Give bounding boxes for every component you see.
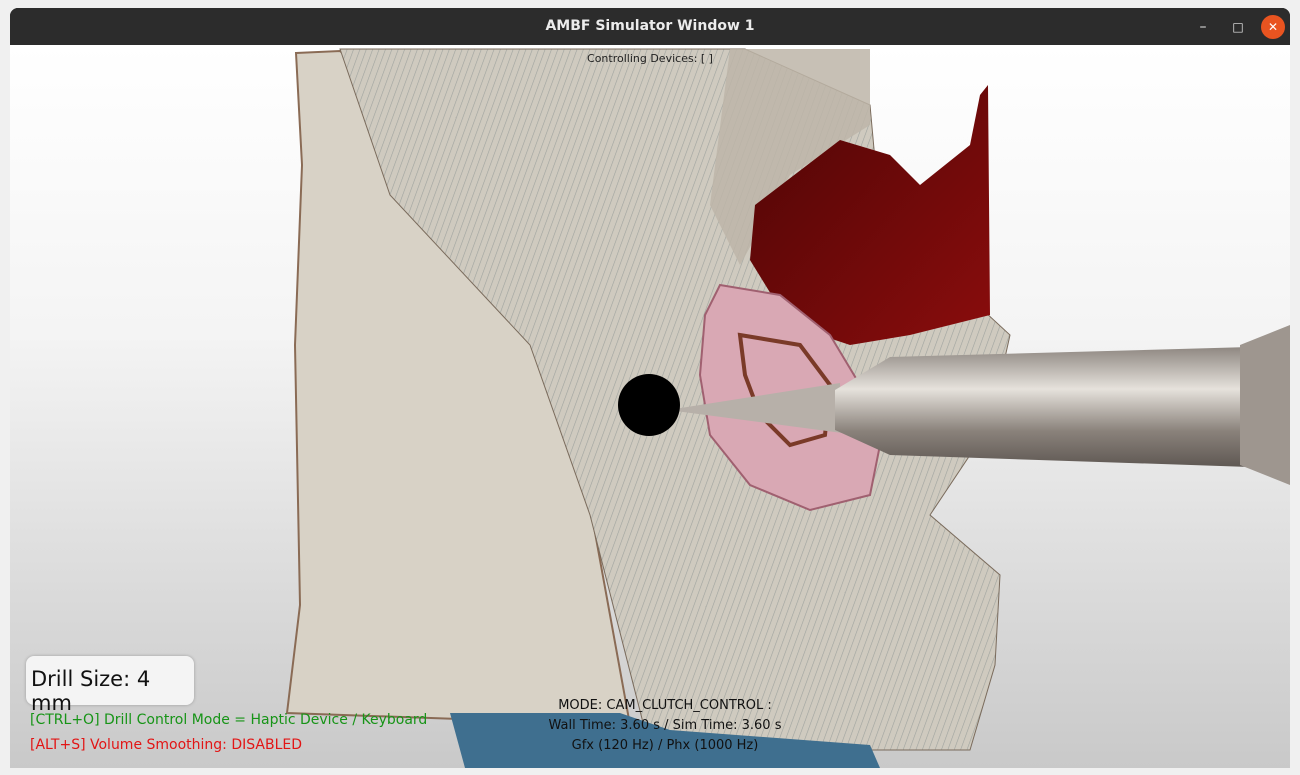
time-label: Wall Time: 3.60 s / Sim Time: 3.60 s [548, 718, 782, 733]
window-title: AMBF Simulator Window 1 [545, 18, 755, 34]
3d-viewport[interactable]: Controlling Devices: [ ] Drill Size: 4 m… [10, 45, 1290, 768]
controlling-devices-label: Controlling Devices: [ ] [587, 52, 713, 65]
drill-size-label: Drill Size: 4 mm [31, 667, 151, 715]
rates-label: Gfx (120 Hz) / Phx (1000 Hz) [571, 738, 759, 753]
simulator-window: AMBF Simulator Window 1 – □ ✕ Controllin… [10, 8, 1290, 768]
title-bar[interactable]: AMBF Simulator Window 1 – □ ✕ [10, 8, 1290, 45]
drill-control-mode-status: [CTRL+O] Drill Control Mode = Haptic Dev… [30, 712, 428, 728]
close-icon[interactable]: ✕ [1261, 15, 1285, 39]
mode-label: MODE: CAM_CLUTCH_CONTROL : [558, 698, 772, 713]
drill-size-panel: Drill Size: 4 mm [26, 656, 194, 715]
drill-tip-sphere [618, 374, 680, 436]
anatomy-scene [285, 48, 1290, 768]
minimize-icon[interactable]: – [1191, 15, 1215, 39]
volume-smoothing-status: [ALT+S] Volume Smoothing: DISABLED [30, 737, 303, 753]
maximize-icon[interactable]: □ [1226, 15, 1250, 39]
